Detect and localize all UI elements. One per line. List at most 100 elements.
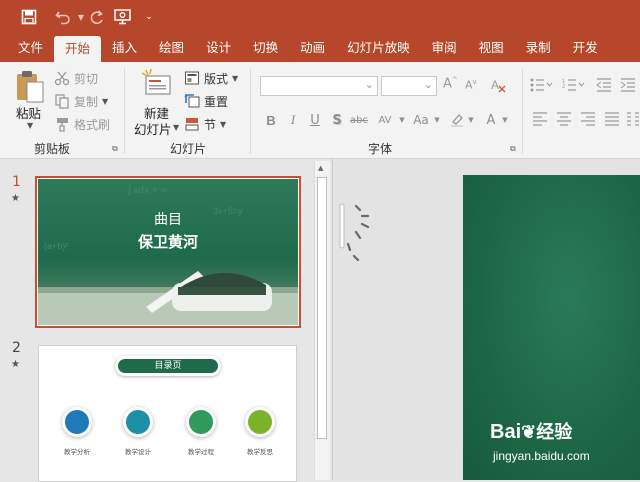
clipboard-group-label: 剪贴板	[34, 142, 71, 156]
increase-font-size-icon[interactable]: A^	[443, 76, 458, 91]
tab-record[interactable]: 录制	[515, 34, 562, 62]
decrease-font-size-icon[interactable]: Av	[465, 78, 477, 92]
tab-review[interactable]: 审阅	[421, 34, 468, 62]
watermark-brand: Bai	[490, 421, 522, 443]
bold-button[interactable]: B	[262, 110, 280, 130]
ribbon-home: 粘贴 ▼ 剪切 复制 ▼ 格式刷 剪贴板 ⧉ 新建 幻灯片 ▼ 版式 ▼ 重置 …	[0, 62, 640, 159]
thumbnail-scrollbar[interactable]: ▲	[314, 161, 330, 480]
highlight-dropdown-icon[interactable]: ▼	[466, 110, 476, 130]
baidu-watermark: Bai❦经验	[490, 418, 640, 443]
agenda-item: 教学过程	[188, 448, 214, 456]
align-center-icon[interactable]	[556, 112, 572, 129]
tab-transitions[interactable]: 切换	[242, 34, 289, 62]
decrease-indent-icon[interactable]	[596, 78, 612, 95]
tab-insert[interactable]: 插入	[101, 34, 148, 62]
font-color-dropdown-icon[interactable]: ▼	[500, 110, 510, 130]
copy-dropdown-icon[interactable]: ▼	[102, 97, 108, 106]
new-slide-dropdown-icon[interactable]: ▼	[173, 123, 179, 132]
title-bar: ▼ ⌄	[0, 0, 640, 34]
align-right-icon[interactable]	[580, 112, 596, 129]
clear-formatting-icon[interactable]: A	[490, 76, 506, 94]
copy-label: 复制	[74, 94, 99, 109]
copy-button[interactable]: 复制 ▼	[54, 91, 108, 111]
italic-button[interactable]: I	[284, 110, 302, 130]
increase-indent-icon[interactable]	[620, 78, 636, 95]
redo-icon[interactable]	[86, 7, 108, 27]
change-case-icon[interactable]: Aa	[410, 110, 432, 130]
scissors-icon	[54, 70, 70, 86]
underline-button[interactable]: U	[306, 110, 324, 130]
design-icon	[123, 407, 153, 437]
tab-design[interactable]: 设计	[195, 34, 242, 62]
paste-dropdown-icon[interactable]: ▼	[27, 121, 33, 130]
tab-view[interactable]: 视图	[468, 34, 515, 62]
slide-transition-marker: ★	[11, 193, 20, 204]
agenda-item: 教学设计	[125, 448, 151, 456]
chalkboard-illustration: ∫ xdx + ∞ 3x+5=y (a+b)²	[38, 185, 298, 325]
divider	[250, 68, 251, 154]
font-launcher-icon[interactable]: ⧉	[510, 144, 516, 154]
layout-dropdown-icon[interactable]: ▼	[232, 74, 238, 83]
shadow-s-button[interactable]: S	[328, 110, 346, 130]
font-size-dropdown-icon[interactable]: ⌄	[424, 78, 433, 91]
start-slideshow-icon[interactable]	[112, 7, 134, 27]
slide-number: 1	[12, 174, 21, 190]
paste-button[interactable]: 粘贴	[16, 103, 41, 122]
layout-button[interactable]: 版式 ▼	[184, 68, 238, 88]
bullets-icon[interactable]	[530, 78, 556, 95]
svg-text:2: 2	[562, 84, 565, 90]
customize-quick-access-icon[interactable]: ⌄	[142, 7, 156, 27]
agenda-header: 目录页	[118, 359, 218, 373]
case-dropdown-icon[interactable]: ▼	[432, 110, 442, 130]
undo-dropdown-icon[interactable]: ▼	[76, 7, 86, 27]
tab-developer[interactable]: 开发	[562, 34, 609, 62]
copy-icon	[54, 93, 70, 109]
font-color-icon[interactable]: A	[482, 110, 500, 130]
paste-icon[interactable]	[14, 70, 46, 104]
slide-transition-marker: ★	[11, 359, 20, 370]
character-spacing-icon[interactable]: AV	[374, 110, 396, 130]
svg-text:∫ xdx + ∞: ∫ xdx + ∞	[127, 185, 168, 196]
justify-icon[interactable]	[604, 112, 620, 129]
highlight-icon[interactable]	[448, 110, 466, 130]
layout-label: 版式	[204, 71, 229, 86]
save-icon[interactable]	[18, 7, 40, 27]
tab-slideshow[interactable]: 幻灯片放映	[336, 34, 421, 62]
slide-thumbnail-1[interactable]: ∫ xdx + ∞ 3x+5=y (a+b)² 曲目 保卫黄河	[35, 176, 301, 328]
reset-button[interactable]: 重置	[184, 91, 228, 111]
clipboard-launcher-icon[interactable]: ⧉	[112, 144, 118, 154]
font-name-combobox[interactable]: ⌄	[260, 76, 378, 96]
slide-thumbnail-2[interactable]: 目录页 教学分析 教学设计 教学过程 教学反思	[38, 345, 297, 482]
slide-number: 2	[12, 340, 21, 356]
tab-home[interactable]: 开始	[54, 36, 102, 62]
font-size-combobox[interactable]: ⌄	[381, 76, 437, 96]
cut-label: 剪切	[74, 71, 99, 86]
columns-icon[interactable]	[626, 112, 640, 129]
reset-label: 重置	[204, 94, 229, 109]
layout-icon	[184, 70, 200, 86]
reset-icon	[184, 93, 200, 109]
tab-file[interactable]: 文件	[0, 34, 54, 62]
format-painter-button[interactable]: 格式刷	[54, 114, 110, 134]
tab-draw[interactable]: 绘图	[148, 34, 195, 62]
align-left-icon[interactable]	[532, 112, 548, 129]
font-name-dropdown-icon[interactable]: ⌄	[365, 78, 374, 91]
panel-resize-handle-icon[interactable]	[338, 200, 374, 272]
agenda-header-pill: 目录页	[115, 356, 221, 376]
new-slide-label-line2[interactable]: 幻灯片	[134, 119, 172, 138]
undo-icon[interactable]	[52, 7, 74, 27]
section-button[interactable]: 节 ▼	[184, 114, 226, 134]
agenda-item: 教学分析	[64, 448, 90, 456]
numbering-icon[interactable]: 12	[562, 78, 588, 95]
scrollbar-thumb[interactable]	[317, 177, 327, 439]
paw-icon: ❦	[521, 422, 537, 442]
spacing-dropdown-icon[interactable]: ▼	[397, 110, 407, 130]
format-painter-label: 格式刷	[74, 117, 111, 132]
new-slide-icon[interactable]	[140, 68, 174, 100]
slide-subtitle: 曲目	[154, 212, 182, 228]
cut-button[interactable]: 剪切	[54, 68, 98, 88]
section-icon	[184, 116, 200, 132]
scroll-up-icon[interactable]: ▲	[318, 164, 323, 172]
strikethrough-button[interactable]: abc	[347, 110, 371, 130]
section-dropdown-icon[interactable]: ▼	[220, 120, 226, 129]
